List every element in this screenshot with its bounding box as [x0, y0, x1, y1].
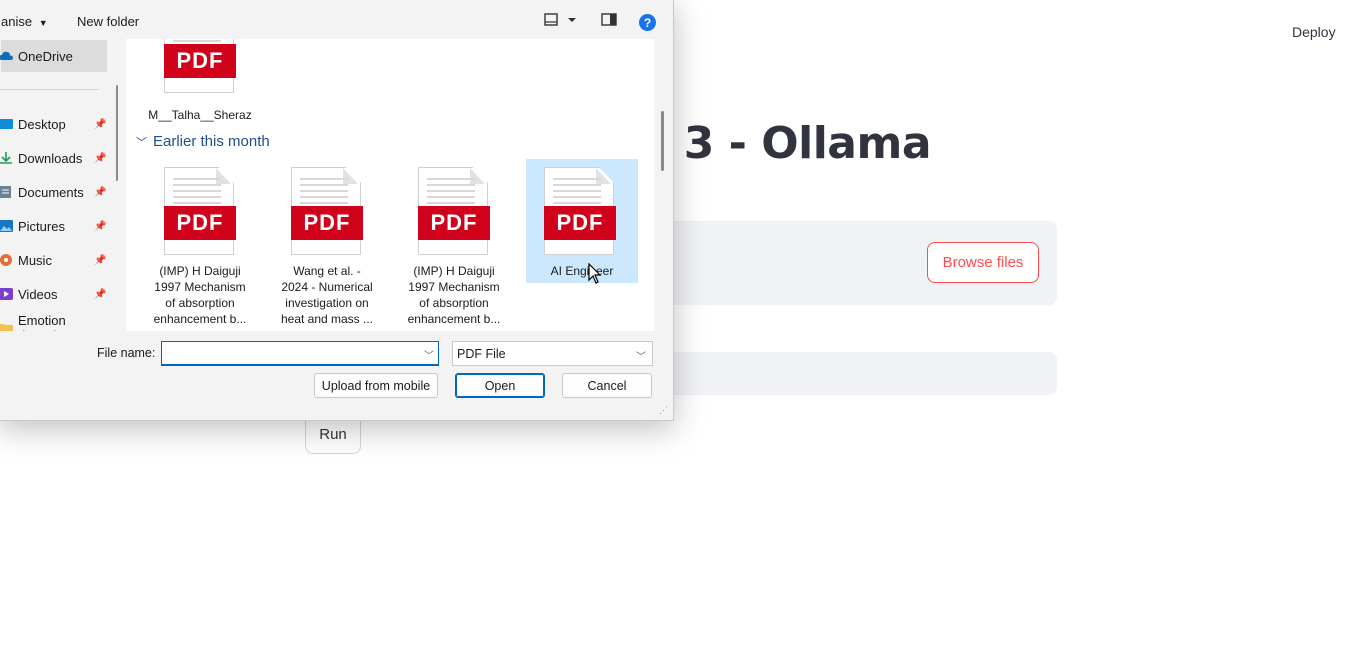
file-open-dialog: anise ▼ New folder ? OneDrive Desktop 📌: [0, 0, 674, 421]
file-type-select[interactable]: PDF File ﹀: [452, 341, 653, 366]
nav-item-onedrive[interactable]: OneDrive: [0, 40, 107, 72]
cancel-button[interactable]: Cancel: [562, 373, 652, 398]
nav-item-pictures[interactable]: Pictures 📌: [0, 210, 107, 242]
pdf-badge: PDF: [291, 206, 363, 240]
nav-scrollbar[interactable]: [116, 85, 118, 181]
file-name-input[interactable]: [161, 341, 439, 366]
nav-divider: [0, 89, 99, 90]
pdf-file-icon: PDF: [544, 167, 616, 257]
chevron-down-icon: ▼: [38, 18, 48, 28]
pin-icon: 📌: [94, 186, 107, 198]
mouse-cursor-icon: [588, 263, 602, 284]
pin-icon: 📌: [94, 288, 107, 300]
pin-icon: 📌: [94, 118, 107, 130]
file-name: Wang et al. - 2024 - Numerical investiga…: [280, 264, 374, 326]
files-scrollbar[interactable]: [661, 111, 664, 171]
desktop-icon: [0, 119, 13, 129]
nav-item-music[interactable]: Music 📌: [0, 244, 107, 276]
file-name: (IMP) H Daiguji 1997 Mechanism of absorp…: [407, 264, 501, 326]
nav-item-desktop[interactable]: Desktop 📌: [0, 108, 107, 140]
pictures-icon: [0, 220, 13, 232]
deploy-button[interactable]: Deploy: [1292, 24, 1336, 40]
files-pane: PDF M__Talha__Sheraz ﹀ Earlier this mont…: [126, 39, 654, 331]
nav-item-label: Downloads: [18, 150, 83, 166]
chevron-down-icon: ﹀: [636, 352, 646, 363]
organise-label: anise: [1, 14, 33, 29]
nav-item-label: Videos: [18, 286, 58, 302]
group-header-earlier-this-month[interactable]: ﹀ Earlier this month: [136, 133, 270, 150]
view-icon: [544, 13, 576, 26]
pdf-badge: PDF: [164, 206, 236, 240]
nav-item-downloads[interactable]: Downloads 📌: [0, 142, 107, 174]
pdf-file-icon: PDF: [164, 167, 236, 257]
main-menu-icon[interactable]: ⋮: [1360, 22, 1366, 42]
new-folder-button[interactable]: New folder: [77, 14, 139, 29]
file-name: AI Engineer: [550, 264, 614, 278]
nav-item-label: Music: [18, 252, 52, 268]
cloud-icon: [0, 51, 13, 60]
file-name-label: File name:: [97, 346, 156, 360]
preview-pane-icon: [601, 13, 617, 26]
chevron-down-icon: ﹀: [136, 136, 147, 149]
nav-item-label: Desktop: [18, 116, 66, 132]
pdf-badge: PDF: [164, 44, 236, 78]
pdf-badge: PDF: [418, 206, 490, 240]
videos-icon: [0, 288, 13, 300]
chevron-down-icon[interactable]: ﹀: [424, 347, 434, 362]
navigation-pane: OneDrive Desktop 📌 Downloads 📌 Documents…: [0, 39, 115, 331]
file-name: M__Talha__Sheraz: [148, 108, 252, 122]
file-item[interactable]: PDF Wang et al. - 2024 - Numerical inves…: [253, 159, 373, 326]
browse-files-button[interactable]: Browse files: [927, 242, 1039, 283]
open-button[interactable]: Open: [455, 373, 545, 398]
upload-from-mobile-button[interactable]: Upload from mobile: [314, 373, 438, 398]
view-options-button[interactable]: [544, 13, 578, 30]
pdf-badge: PDF: [544, 206, 616, 240]
organise-menu[interactable]: anise ▼: [1, 14, 48, 29]
download-icon: [0, 152, 12, 164]
file-type-value: PDF File: [457, 346, 506, 361]
pdf-file-icon: PDF: [164, 39, 236, 95]
file-item[interactable]: PDF (IMP) H Daiguji 1997 Mechanism of ab…: [126, 159, 246, 326]
group-header-label: Earlier this month: [153, 133, 270, 150]
documents-icon: [0, 186, 11, 198]
nav-item-label: Documents: [18, 184, 84, 200]
nav-item-videos[interactable]: Videos 📌: [0, 278, 107, 310]
nav-item-label: Pictures: [18, 218, 65, 234]
nav-item-documents[interactable]: Documents 📌: [0, 176, 107, 208]
help-icon[interactable]: ?: [639, 14, 656, 31]
file-item[interactable]: PDF (IMP) H Daiguji 1997 Mechanism of ab…: [380, 159, 500, 326]
music-icon: [0, 254, 12, 266]
pin-icon: 📌: [94, 152, 107, 164]
file-item[interactable]: PDF M__Talha__Sheraz: [126, 39, 252, 122]
nav-item-label: OneDrive: [18, 48, 73, 64]
pin-icon: 📌: [94, 220, 107, 232]
nav-item-label: Emotion detecti: [18, 313, 66, 331]
resize-grip-icon[interactable]: ⋰: [659, 405, 668, 416]
file-name: (IMP) H Daiguji 1997 Mechanism of absorp…: [153, 264, 247, 326]
preview-pane-button[interactable]: [601, 13, 617, 30]
folder-icon: [0, 324, 13, 331]
nav-item-emotion-folder[interactable]: Emotion detecti: [0, 312, 107, 331]
file-item-selected[interactable]: PDF AI Engineer: [526, 159, 638, 283]
pdf-file-icon: PDF: [291, 167, 363, 257]
pin-icon: 📌: [94, 254, 107, 266]
pdf-file-icon: PDF: [418, 167, 490, 257]
